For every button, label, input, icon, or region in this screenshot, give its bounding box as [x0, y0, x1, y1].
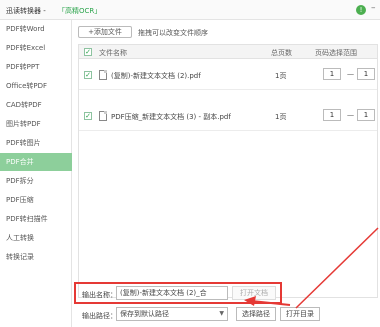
chevron-down-icon: ▼ — [219, 310, 224, 317]
sidebar-item-pdf-to-ppt[interactable]: PDF转PPT — [0, 58, 72, 76]
table-header: ✓ 文件名称 总页数 页码选择范围 — [79, 45, 377, 59]
header-page-range: 页码选择范围 — [315, 49, 357, 57]
file-name: (复制)-新建文本文档 (2).pdf — [111, 72, 201, 80]
range-from-input[interactable]: 1 — [323, 68, 341, 80]
sidebar-item-pdf-compress[interactable]: PDF压缩 — [0, 191, 72, 209]
app-title: 迅读转换器 - — [6, 7, 46, 15]
output-path-select[interactable]: 保存到默认路径 ▼ — [116, 307, 228, 321]
range-from-input[interactable]: 1 — [323, 109, 341, 121]
range-separator: 一 — [347, 71, 354, 79]
sidebar-item-pdf-split[interactable]: PDF拆分 — [0, 172, 72, 190]
row-checkbox[interactable]: ✓ — [84, 71, 92, 79]
choose-path-button[interactable]: 选择路径 — [236, 307, 276, 321]
table-row[interactable]: ✓ PDF压缩_新建文本文档 (3) - 副本.pdf 1页 1 一 1 — [79, 101, 377, 131]
sidebar-item-pdf-to-word[interactable]: PDF转Word — [0, 20, 72, 38]
sidebar-item-pdf-to-image[interactable]: PDF转图片 — [0, 134, 72, 152]
add-file-button[interactable]: +添加文件 — [78, 26, 132, 38]
drag-hint: 拖拽可以改变文件顺序 — [138, 29, 208, 37]
sidebar-item-manual-convert[interactable]: 人工转换 — [0, 229, 72, 247]
title-bar: 迅读转换器 - 「高精OCR」 ! – — [0, 0, 380, 20]
header-file-name: 文件名称 — [99, 49, 127, 57]
pdf-file-icon — [99, 111, 107, 121]
table-row[interactable]: ✓ (复制)-新建文本文档 (2).pdf 1页 1 一 1 — [79, 60, 377, 90]
range-to-input[interactable]: 1 — [357, 109, 375, 121]
highlight-box — [74, 282, 282, 304]
range-separator: 一 — [347, 112, 354, 120]
ocr-link[interactable]: 「高精OCR」 — [58, 6, 101, 16]
sidebar-item-image-to-pdf[interactable]: 图片转PDF — [0, 115, 72, 133]
file-pages: 1页 — [275, 113, 287, 121]
minimize-icon[interactable]: – — [371, 3, 376, 13]
sidebar-item-pdf-to-scan[interactable]: PDF转扫描件 — [0, 210, 72, 228]
sidebar-item-cad-to-pdf[interactable]: CAD转PDF — [0, 96, 72, 114]
main-content: +添加文件 拖拽可以改变文件顺序 ✓ 文件名称 总页数 页码选择范围 ✓ (复制… — [72, 20, 380, 327]
sidebar-item-office-to-pdf[interactable]: Office转PDF — [0, 77, 72, 95]
sidebar: PDF转Word PDF转Excel PDF转PPT Office转PDF CA… — [0, 20, 72, 327]
pdf-file-icon — [99, 70, 107, 80]
open-directory-button[interactable]: 打开目录 — [280, 307, 320, 321]
info-icon[interactable]: ! — [356, 5, 366, 15]
row-checkbox[interactable]: ✓ — [84, 112, 92, 120]
range-to-input[interactable]: 1 — [357, 68, 375, 80]
sidebar-item-history[interactable]: 转换记录 — [0, 248, 72, 266]
file-table: ✓ 文件名称 总页数 页码选择范围 ✓ (复制)-新建文本文档 (2).pdf … — [78, 44, 378, 298]
file-name: PDF压缩_新建文本文档 (3) - 副本.pdf — [111, 113, 231, 121]
output-path-value: 保存到默认路径 — [120, 310, 169, 318]
sidebar-item-pdf-to-excel[interactable]: PDF转Excel — [0, 39, 72, 57]
file-pages: 1页 — [275, 72, 287, 80]
sidebar-item-pdf-merge[interactable]: PDF合并 — [0, 153, 72, 171]
select-all-checkbox[interactable]: ✓ — [84, 48, 92, 56]
output-path-label: 输出路径： — [82, 312, 117, 320]
header-total-pages: 总页数 — [271, 49, 292, 57]
